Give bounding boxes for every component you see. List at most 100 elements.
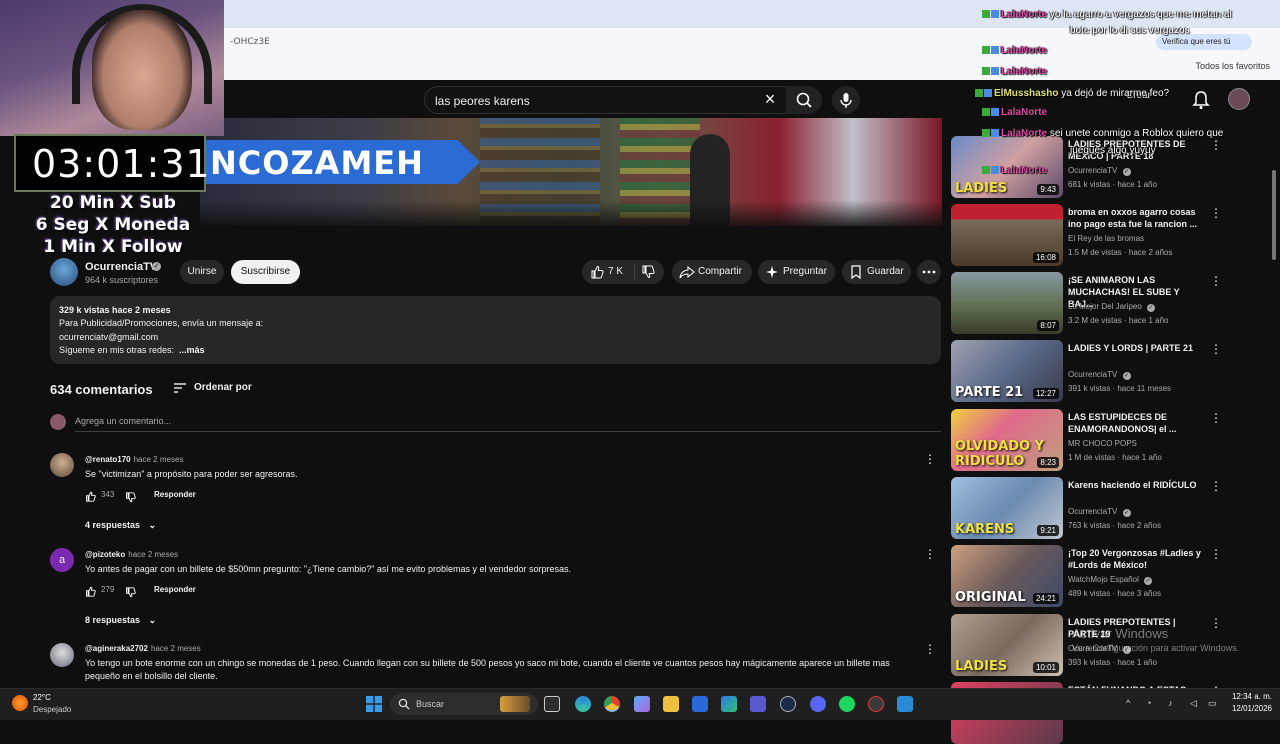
weather-sun-icon[interactable] (12, 695, 28, 711)
rec-thumbnail[interactable]: OLVIDADO Y RIDICULO 8:23 (951, 409, 1063, 471)
share-button[interactable]: Compartir (672, 260, 752, 284)
rec-channel[interactable]: WatchMojo Español ✓ (1068, 575, 1153, 585)
thumbs-down-icon[interactable] (641, 265, 655, 279)
like-count[interactable]: 7 K (608, 260, 623, 284)
sidebar-scrollbar[interactable] (1272, 170, 1276, 260)
edge-browser-icon[interactable] (575, 696, 591, 712)
save-button[interactable]: Guardar (842, 260, 911, 284)
rec-title[interactable]: LAS ESTUPIDECES DE ENAMORANDONOS| el ... (1068, 411, 1204, 435)
description-line: Para Publicidad/Promociones, envía un me… (59, 318, 264, 328)
comment-avatar[interactable]: a (50, 548, 74, 572)
rec-title[interactable]: ¡Top 20 Vergonzosas #Ladies y #Lords de … (1068, 547, 1204, 571)
verify-button[interactable]: Verifica que eres tú (1156, 34, 1252, 50)
rec-more-icon[interactable]: ⋮ (1210, 138, 1222, 152)
rec-channel[interactable]: OcurrenciaTV ✓ (1068, 370, 1131, 380)
comment-like-icon[interactable] (85, 584, 96, 602)
taskbar-date[interactable]: 12/01/2026 (1222, 704, 1272, 713)
clear-search-icon[interactable]: × (760, 88, 780, 110)
battery-icon[interactable]: ▭ (1208, 698, 1218, 708)
view-replies-button[interactable]: 4 respuestas ⌄ (85, 520, 156, 531)
comment-author[interactable]: @agineraka2702 hace 2 meses (85, 644, 201, 653)
comment-dislike-icon[interactable] (125, 585, 136, 603)
voice-search-button[interactable] (832, 86, 860, 114)
rec-channel[interactable]: MR CHOCO POPS (1068, 439, 1137, 448)
steam-icon[interactable] (780, 696, 796, 712)
search-input[interactable]: las peores karens (424, 86, 788, 114)
join-button[interactable]: Unirse (180, 260, 224, 284)
chat-username: LalaNorte (1001, 66, 1048, 77)
comment-author[interactable]: @pizoteko hace 2 meses (85, 550, 178, 559)
wifi-icon[interactable]: ◔ (1146, 698, 1156, 708)
add-comment-input[interactable]: Agrega un comentario... (75, 416, 171, 426)
rec-thumbnail[interactable]: LADIES 10:01 (951, 614, 1063, 676)
rec-channel[interactable]: OcurrenciaTV ✓ (1068, 166, 1131, 176)
chrome-browser-icon[interactable] (604, 696, 620, 712)
rec-title[interactable]: broma en oxxos agarro cosas ino pago est… (1068, 206, 1204, 230)
rec-more-icon[interactable]: ⋮ (1210, 479, 1222, 493)
description-box[interactable]: 329 k vistas hace 2 meses Para Publicida… (50, 296, 941, 364)
rec-channel[interactable]: Lo Mejor Del Jaripeo ✓ (1068, 302, 1156, 312)
reply-button[interactable]: Responder (154, 585, 196, 594)
rec-more-icon[interactable]: ⋮ (1210, 411, 1222, 425)
search-button[interactable] (786, 86, 822, 114)
volume-icon[interactable]: ◁ (1190, 698, 1200, 708)
comment-avatar[interactable] (50, 643, 74, 667)
tray-chevron-icon[interactable]: ^ (1126, 698, 1136, 708)
chat-badge-icon (975, 89, 983, 98)
start-windows-icon[interactable] (366, 696, 382, 712)
taskbar-time[interactable]: 12:34 a. m. (1226, 692, 1272, 701)
rec-more-icon[interactable]: ⋮ (1210, 616, 1222, 630)
comment-author[interactable]: @renato170 hace 2 meses (85, 455, 183, 464)
app-icon[interactable] (897, 696, 913, 712)
teams-icon[interactable] (750, 696, 766, 712)
rec-thumbnail[interactable]: 8:07 (951, 272, 1063, 334)
spotify-icon[interactable] (839, 696, 855, 712)
ask-button[interactable]: Preguntar (758, 260, 835, 284)
copilot-icon[interactable] (634, 696, 650, 712)
obs-icon[interactable] (868, 696, 884, 712)
rec-more-icon[interactable]: ⋮ (1210, 274, 1222, 288)
sort-icon[interactable] (173, 382, 187, 394)
mic-tray-icon[interactable]: ♪ (1168, 698, 1178, 708)
account-avatar[interactable] (1228, 88, 1250, 110)
chat-badge-icon (982, 46, 990, 55)
rec-more-icon[interactable]: ⋮ (1210, 547, 1222, 561)
channel-avatar[interactable] (50, 258, 78, 286)
comment-avatar[interactable] (50, 453, 74, 477)
rec-thumbnail[interactable]: KARENS 9:21 (951, 477, 1063, 539)
favorites-folder[interactable]: Todos los favoritos (1195, 61, 1270, 71)
rec-title[interactable]: Karens haciendo el RIDÍCULO (1068, 479, 1204, 491)
task-view-icon[interactable] (544, 696, 560, 712)
show-more-link[interactable]: ...más (179, 345, 205, 355)
comment-more-icon[interactable]: ⋮ (924, 547, 936, 561)
rec-more-icon[interactable]: ⋮ (1210, 342, 1222, 356)
reply-button[interactable]: Responder (154, 490, 196, 499)
rec-channel[interactable]: El Rey de las bromas (1068, 234, 1144, 243)
comment-more-icon[interactable]: ⋮ (924, 642, 936, 656)
more-actions-button[interactable] (917, 260, 941, 284)
rec-title[interactable]: LADIES Y LORDS | PARTE 21 (1068, 342, 1204, 354)
notifications-bell-icon[interactable] (1190, 90, 1212, 110)
taskbar-search[interactable] (390, 693, 538, 715)
comment-more-icon[interactable]: ⋮ (924, 452, 936, 466)
outlook-icon[interactable] (692, 696, 708, 712)
channel-name[interactable]: OcurrenciaTV (85, 261, 157, 273)
store-icon[interactable] (721, 696, 737, 712)
bookmark-icon (851, 265, 861, 279)
file-explorer-icon[interactable] (663, 696, 679, 712)
rec-channel[interactable]: OcurrenciaTV ✓ (1068, 507, 1131, 517)
weather-description[interactable]: Despejado (33, 705, 71, 714)
weather-temperature[interactable]: 22°C (33, 693, 51, 702)
rec-thumbnail[interactable]: ORIGINAL 24:21 (951, 545, 1063, 607)
thumbs-up-icon[interactable] (590, 265, 604, 279)
comment-dislike-icon[interactable] (125, 490, 136, 508)
subscribe-button[interactable]: Suscribirse (231, 260, 300, 284)
rec-thumbnail[interactable]: 16:08 (951, 204, 1063, 266)
rec-more-icon[interactable]: ⋮ (1210, 206, 1222, 220)
discord-icon[interactable] (810, 696, 826, 712)
verified-icon: ✓ (1122, 372, 1131, 380)
sort-button[interactable]: Ordenar por (194, 382, 252, 393)
comment-like-icon[interactable] (85, 489, 96, 507)
view-replies-button[interactable]: 8 respuestas ⌄ (85, 615, 156, 626)
rec-thumbnail[interactable]: PARTE 21 12:27 (951, 340, 1063, 402)
